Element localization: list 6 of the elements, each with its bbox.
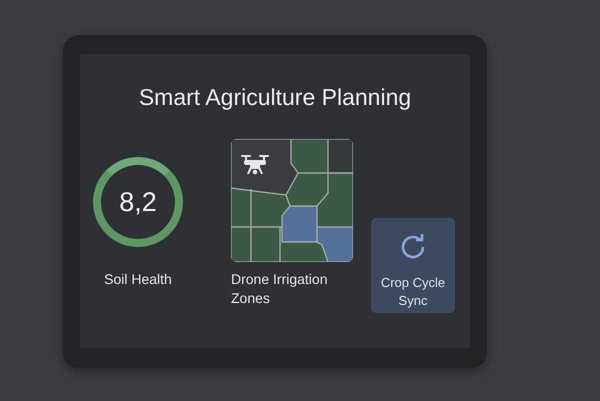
refresh-icon [399, 232, 427, 260]
widget-label: Drone Irrigation Zones [231, 270, 328, 308]
widget-label: Soil Health [104, 270, 172, 288]
crop-cycle-sync-button[interactable]: Crop Cycle Sync [371, 218, 455, 313]
gauge-value: 8,2 [119, 186, 157, 218]
screen-title: Smart Agriculture Planning [138, 83, 412, 112]
